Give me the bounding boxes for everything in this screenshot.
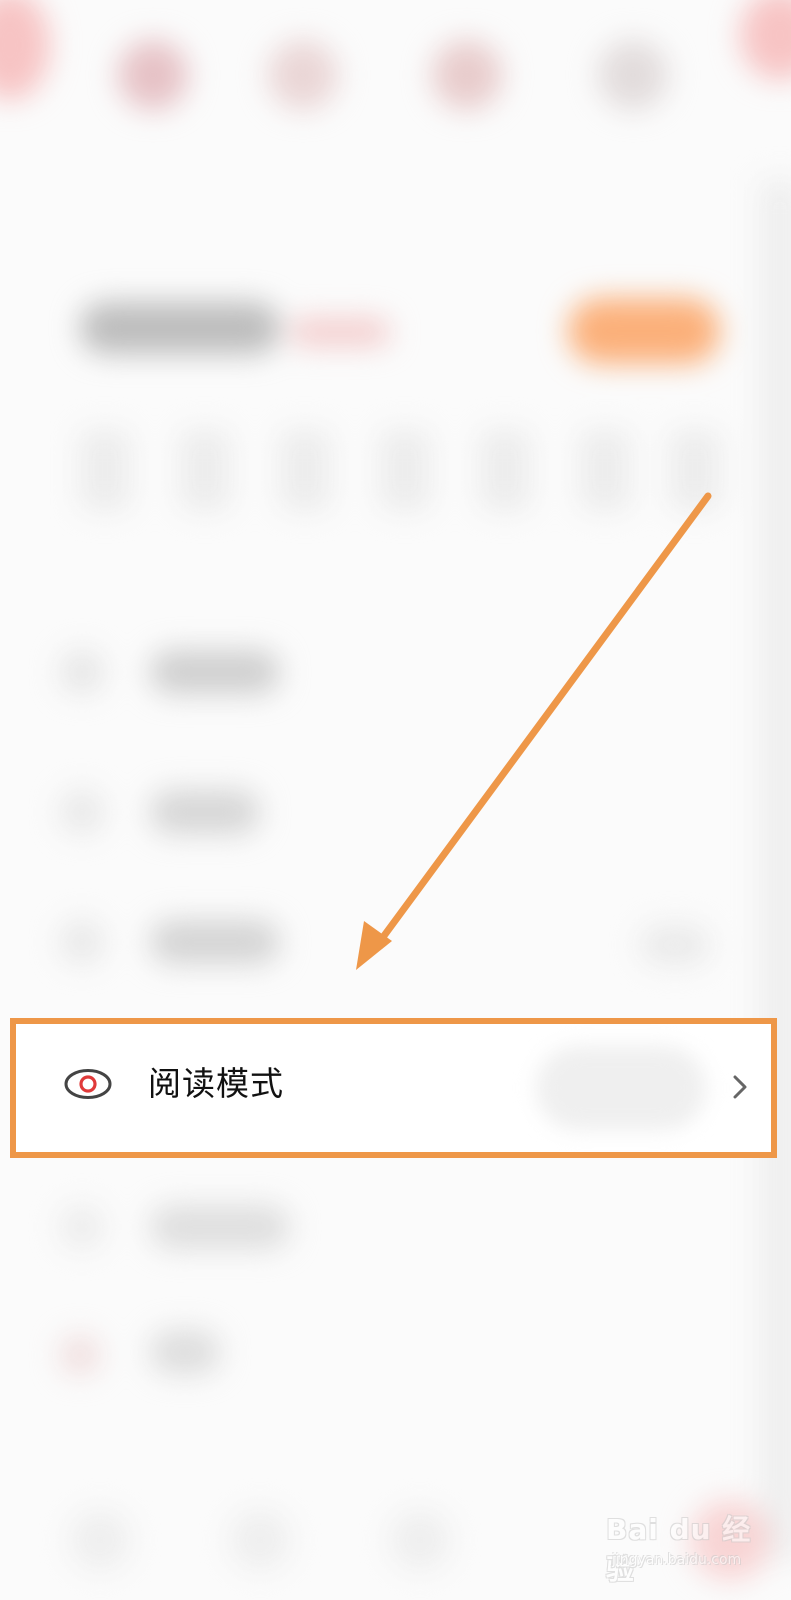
blurred-card-button [568, 298, 720, 364]
blurred-corner-left [0, 0, 50, 100]
blurred-corner-right [740, 0, 791, 80]
blurred-list-row-4 [150, 1205, 290, 1249]
blurred-grid-1 [80, 430, 130, 510]
blurred-top-icon-4 [598, 40, 668, 110]
blurred-list-row-3 [150, 920, 280, 964]
blurred-top-icon-3 [432, 40, 502, 110]
blurred-bottom-nav-1 [70, 1510, 130, 1570]
blurred-grid-3 [280, 430, 330, 510]
blurred-top-icon-2 [268, 40, 338, 110]
blurred-list-icon-2 [60, 790, 104, 834]
blurred-grid-4 [380, 430, 430, 510]
blurred-list-value-3 [640, 925, 710, 965]
blurred-list-row-5 [150, 1330, 220, 1374]
blurred-list-row-1 [150, 650, 280, 694]
blurred-card-subtitle [290, 318, 390, 346]
blurred-list-icon-3 [60, 920, 104, 964]
blurred-right-edge [760, 180, 791, 1560]
blurred-card-title [80, 302, 280, 354]
blurred-grid-6 [580, 430, 630, 510]
blurred-grid-2 [180, 430, 230, 510]
watermark-sub-text: jingyan.baidu.com [612, 1552, 742, 1568]
blurred-top-icon-1 [118, 40, 188, 110]
blurred-grid-5 [480, 430, 530, 510]
blurred-background [0, 0, 791, 1600]
blurred-list-icon-1 [60, 650, 104, 694]
blurred-list-icon-4 [60, 1205, 104, 1249]
blurred-list-icon-5 [60, 1335, 100, 1375]
blurred-row-value [536, 1046, 706, 1130]
eye-icon [64, 1069, 112, 1099]
blurred-bottom-nav-3 [390, 1510, 450, 1570]
reading-mode-row[interactable]: 阅读模式 [10, 1018, 777, 1158]
blurred-list-row-2 [150, 790, 260, 834]
reading-mode-label: 阅读模式 [148, 1064, 284, 1103]
chevron-right-icon [733, 1075, 747, 1099]
blurred-bottom-nav-2 [230, 1510, 290, 1570]
baidu-jingyan-watermark: Bai du 经验 jingyan.baidu.com [606, 1502, 756, 1586]
blurred-grid-7 [670, 430, 720, 510]
watermark-main-text: Bai du 经验 [606, 1513, 752, 1586]
